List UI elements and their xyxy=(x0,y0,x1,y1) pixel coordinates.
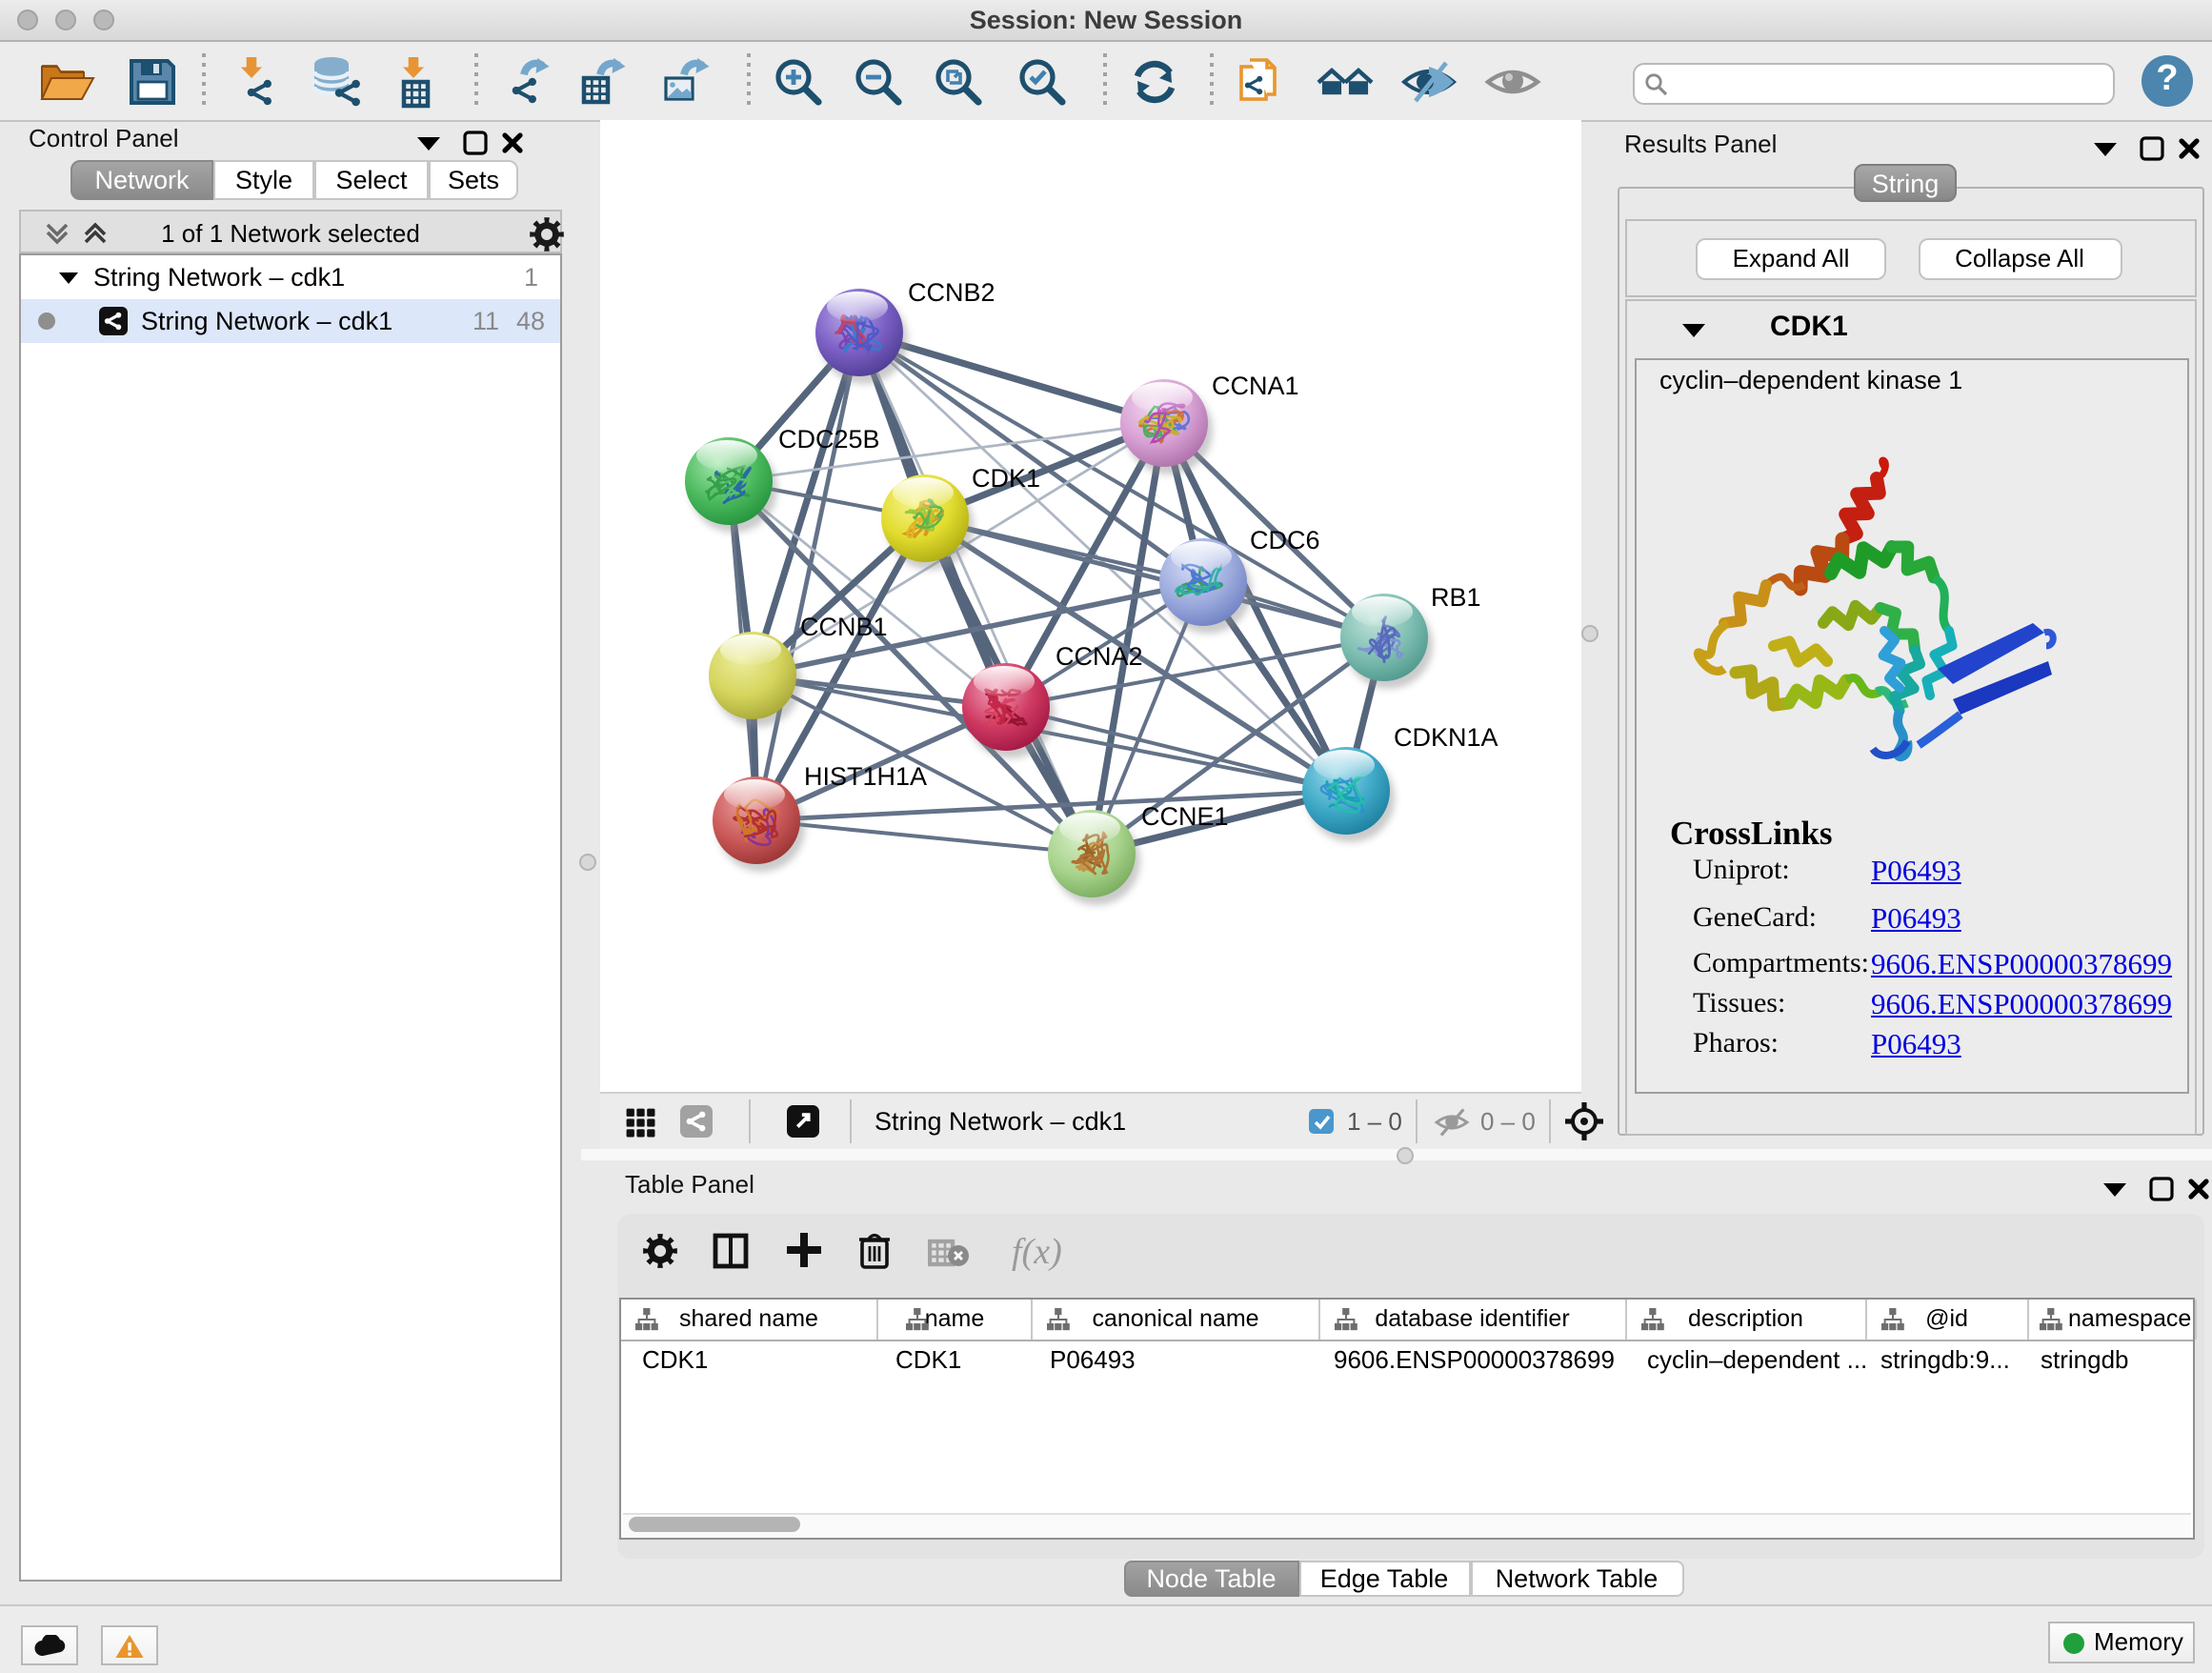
svg-text:CCNB2: CCNB2 xyxy=(908,278,995,307)
svg-text:CDC25B: CDC25B xyxy=(778,425,880,454)
svg-text:CCNE1: CCNE1 xyxy=(1141,802,1229,831)
svg-text:CDC6: CDC6 xyxy=(1250,526,1320,554)
svg-text:CCNB1: CCNB1 xyxy=(800,613,888,641)
svg-text:CDKN1A: CDKN1A xyxy=(1394,723,1498,752)
svg-text:CDK1: CDK1 xyxy=(972,464,1040,493)
svg-text:RB1: RB1 xyxy=(1431,583,1481,612)
svg-text:CCNA2: CCNA2 xyxy=(1056,642,1143,671)
svg-text:HIST1H1A: HIST1H1A xyxy=(804,762,927,791)
svg-text:CCNA1: CCNA1 xyxy=(1212,372,1299,400)
